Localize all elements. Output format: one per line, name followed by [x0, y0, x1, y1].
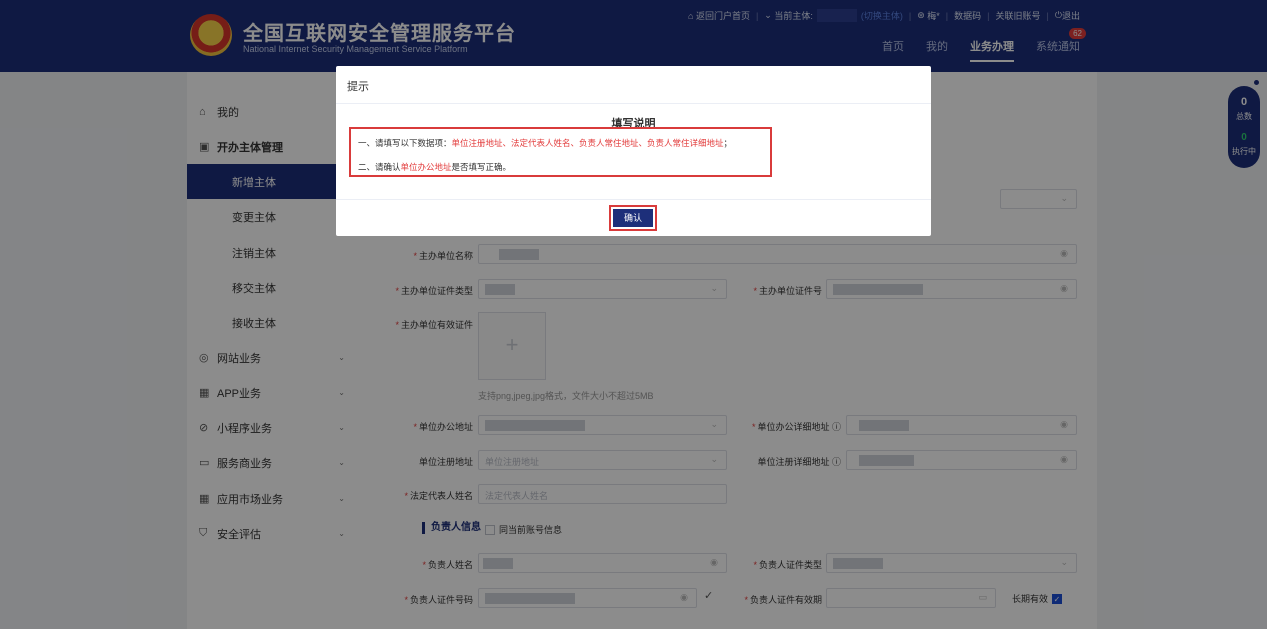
instruction-line-2: 二、请确认单位办公地址是否填写正确。 — [358, 162, 512, 172]
modal-title: 提示 — [347, 81, 369, 93]
modal-footer-divider — [336, 199, 931, 200]
modal-divider — [336, 103, 931, 104]
confirm-button[interactable]: 确认 — [613, 209, 653, 227]
instruction-line-1: 一、请填写以下数据项：单位注册地址、法定代表人姓名、负责人常住地址、负责人常住详… — [358, 138, 733, 148]
confirm-highlight: 确认 — [609, 205, 657, 231]
tip-modal: 提示 填写说明 一、请填写以下数据项：单位注册地址、法定代表人姓名、负责人常住地… — [336, 66, 931, 236]
